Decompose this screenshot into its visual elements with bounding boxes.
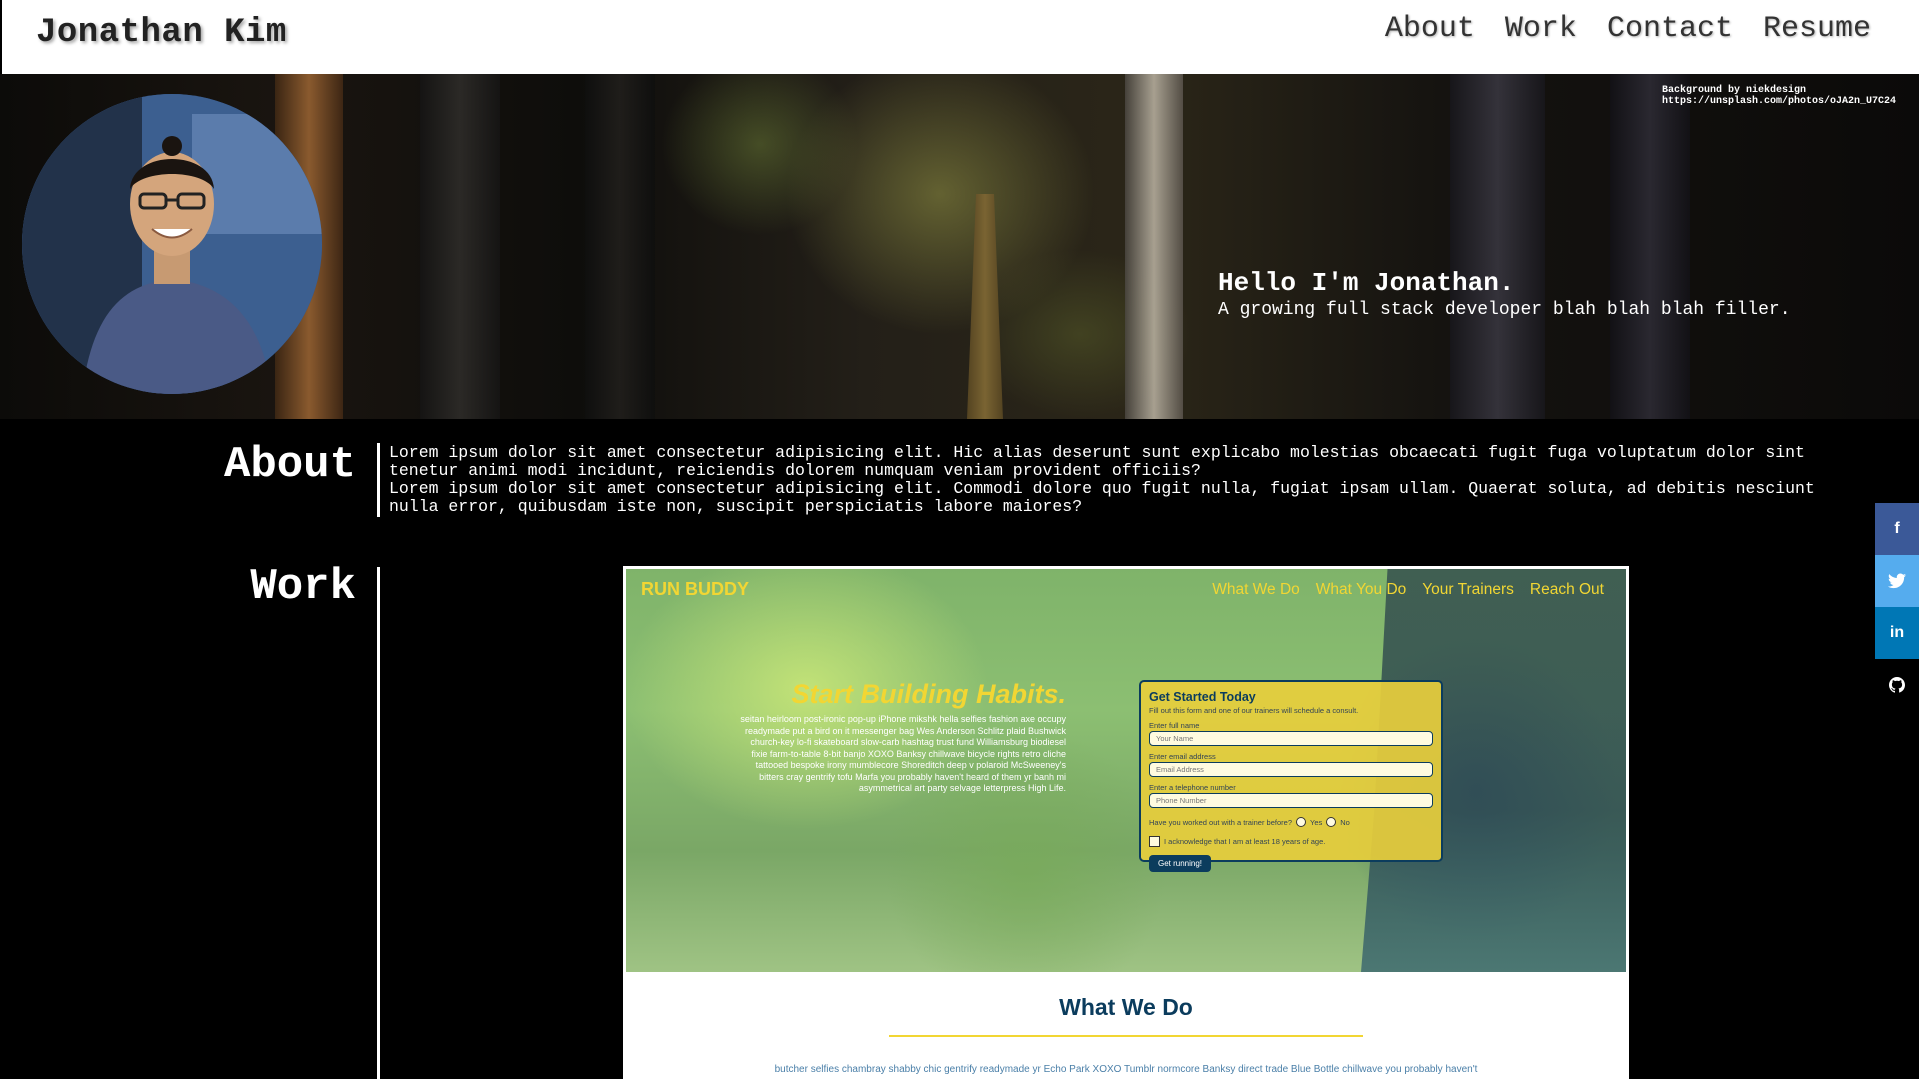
hero-title: Hello I'm Jonathan. bbox=[1218, 268, 1515, 298]
nav-work-link[interactable]: Work bbox=[1505, 12, 1577, 46]
question-text: Have you worked out with a trainer befor… bbox=[1149, 817, 1292, 827]
linkedin-icon[interactable]: in bbox=[1875, 607, 1919, 659]
hero-column bbox=[1125, 74, 1183, 419]
no-label: No bbox=[1340, 817, 1350, 827]
yes-label: Yes bbox=[1310, 817, 1323, 827]
form-label: Enter a telephone number bbox=[1149, 783, 1236, 792]
project-headline: Start Building Habits. bbox=[791, 679, 1066, 709]
nav-resume-link[interactable]: Resume bbox=[1763, 12, 1871, 46]
about-heading: About bbox=[223, 440, 356, 490]
project-nav-item: What You Do bbox=[1315, 581, 1407, 598]
nav-about-link[interactable]: About bbox=[1385, 12, 1475, 46]
project-signup-form: Get Started Today Fill out this form and… bbox=[1139, 680, 1443, 872]
credit-link[interactable]: https://unsplash.com/photos/oJA2n_U7C24 bbox=[1662, 96, 1896, 107]
form-subtitle: Fill out this form and one of our traine… bbox=[1149, 706, 1359, 715]
project-brand: RUN BUDDY bbox=[641, 579, 749, 599]
age-acknowledge: I acknowledge that I am at least 18 year… bbox=[1149, 836, 1433, 847]
about-paragraph: Lorem ipsum dolor sit amet consectetur a… bbox=[389, 443, 1805, 480]
project-preview-run-buddy[interactable]: RUN BUDDY What We Do What You Do Your Tr… bbox=[623, 566, 1629, 1079]
project-nav-item: What We Do bbox=[1212, 581, 1300, 598]
social-sidebar: f in bbox=[1875, 503, 1919, 711]
about-paragraph: Lorem ipsum dolor sit amet consectetur a… bbox=[389, 479, 1815, 516]
ack-text: I acknowledge that I am at least 18 year… bbox=[1164, 837, 1326, 846]
yes-radio bbox=[1296, 817, 1306, 827]
credit-text: Background by niekdesign bbox=[1662, 85, 1807, 96]
hero-column bbox=[1610, 74, 1690, 419]
github-icon[interactable] bbox=[1875, 659, 1919, 711]
form-title: Get Started Today bbox=[1149, 690, 1256, 704]
project-nav-item: Your Trainers bbox=[1422, 581, 1514, 598]
hero-tagline: A growing full stack developer blah blah… bbox=[1218, 300, 1791, 320]
no-radio bbox=[1326, 817, 1337, 827]
hero-banner: Background by niekdesign https://unsplas… bbox=[0, 74, 1919, 419]
facebook-icon[interactable]: f bbox=[1875, 503, 1919, 555]
hero-column bbox=[1450, 74, 1545, 419]
project-intro: seitan heirloom post-ironic pop-up iPhon… bbox=[740, 714, 1066, 793]
name-field: Your Name bbox=[1149, 731, 1433, 746]
phone-field: Phone Number bbox=[1149, 793, 1433, 808]
background-credit: Background by niekdesign https://unsplas… bbox=[1662, 85, 1896, 107]
main-nav: About Work Contact Resume bbox=[1385, 12, 1871, 46]
site-brand[interactable]: Jonathan Kim bbox=[36, 14, 287, 52]
hero-column bbox=[420, 74, 500, 419]
hero-tree bbox=[967, 194, 1003, 419]
work-divider bbox=[377, 567, 380, 1079]
about-text: Lorem ipsum dolor sit amet consectetur a… bbox=[389, 444, 1869, 516]
hero-greeting: Hello I'm Jonathan. A growing full stack… bbox=[1218, 268, 1791, 320]
form-label: Enter email address bbox=[1149, 752, 1216, 761]
ack-checkbox bbox=[1149, 836, 1160, 847]
project-section-title: What We Do bbox=[1059, 994, 1193, 1020]
form-label: Enter full name bbox=[1149, 721, 1200, 730]
project-nav: What We Do What You Do Your Trainers Rea… bbox=[1212, 581, 1604, 599]
project-section-text: butcher selfies chambray shabby chic gen… bbox=[774, 1064, 1478, 1075]
twitter-icon[interactable] bbox=[1875, 555, 1919, 607]
work-heading: Work bbox=[250, 562, 356, 612]
project-section-divider bbox=[889, 1035, 1363, 1037]
nav-contact-link[interactable]: Contact bbox=[1607, 12, 1733, 46]
about-divider bbox=[377, 443, 380, 517]
profile-avatar bbox=[22, 94, 322, 394]
get-running-button: Get running! bbox=[1149, 855, 1212, 872]
hero-column bbox=[585, 74, 655, 419]
site-header: Jonathan Kim About Work Contact Resume bbox=[0, 0, 1919, 74]
email-field: Email Address bbox=[1149, 762, 1433, 777]
project-nav-item: Reach Out bbox=[1529, 581, 1604, 598]
trainer-question: Have you worked out with a trainer befor… bbox=[1149, 817, 1433, 827]
